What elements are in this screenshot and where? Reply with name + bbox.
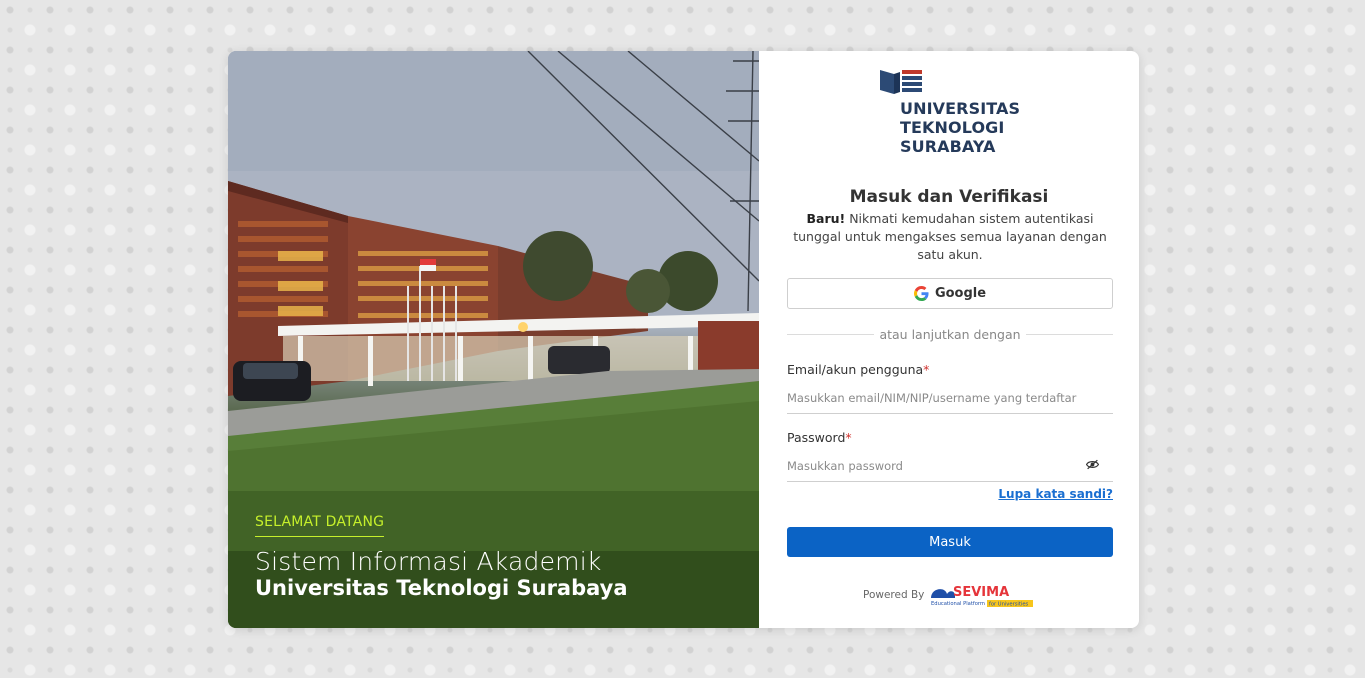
- powered-by-text: Powered By: [863, 589, 925, 601]
- login-panel: UNIVERSITAS TEKNOLOGI SURABAYA Masuk dan…: [759, 51, 1139, 628]
- forgot-password-link[interactable]: Lupa kata sandi?: [998, 487, 1113, 501]
- campus-hero-image: SELAMAT DATANG Sistem Informasi Akademik…: [228, 51, 759, 628]
- password-label: Password*: [787, 430, 852, 445]
- system-title: Sistem Informasi Akademik: [255, 547, 602, 576]
- welcome-label: SELAMAT DATANG: [255, 514, 385, 537]
- google-icon: [913, 286, 929, 301]
- new-badge-text: Baru!: [806, 211, 846, 226]
- login-card: SELAMAT DATANG Sistem Informasi Akademik…: [228, 51, 1139, 628]
- email-label: Email/akun pengguna*: [787, 362, 930, 377]
- password-field[interactable]: [787, 451, 1113, 482]
- login-submit-button[interactable]: Masuk: [787, 527, 1113, 557]
- login-heading: Masuk dan Verifikasi: [849, 187, 1049, 207]
- university-logo-icon: [880, 70, 922, 94]
- university-name: Universitas Teknologi Surabaya: [255, 576, 628, 600]
- svg-text:SEVIMA: SEVIMA: [953, 585, 1009, 600]
- google-button-label: Google: [934, 286, 987, 301]
- sevima-logo: SEVIMA Educational Platform for Universi…: [931, 585, 1033, 608]
- university-logo-text: UNIVERSITAS TEKNOLOGI SURABAYA: [900, 99, 1021, 156]
- eye-slash-icon[interactable]: [1086, 459, 1099, 470]
- or-divider: atau lanjutkan dengan: [787, 326, 1114, 342]
- divider-text: atau lanjutkan dengan: [879, 326, 1021, 342]
- hero-caption: SELAMAT DATANG Sistem Informasi Akademik…: [255, 511, 628, 600]
- svg-text:Educational Platform: Educational Platform: [931, 601, 985, 607]
- email-field[interactable]: [787, 383, 1113, 414]
- login-description: Baru! Nikmati kemudahan sistem autentika…: [787, 210, 1113, 264]
- google-login-button[interactable]: Google: [787, 278, 1113, 309]
- svg-text:for Universities: for Universities: [989, 602, 1029, 608]
